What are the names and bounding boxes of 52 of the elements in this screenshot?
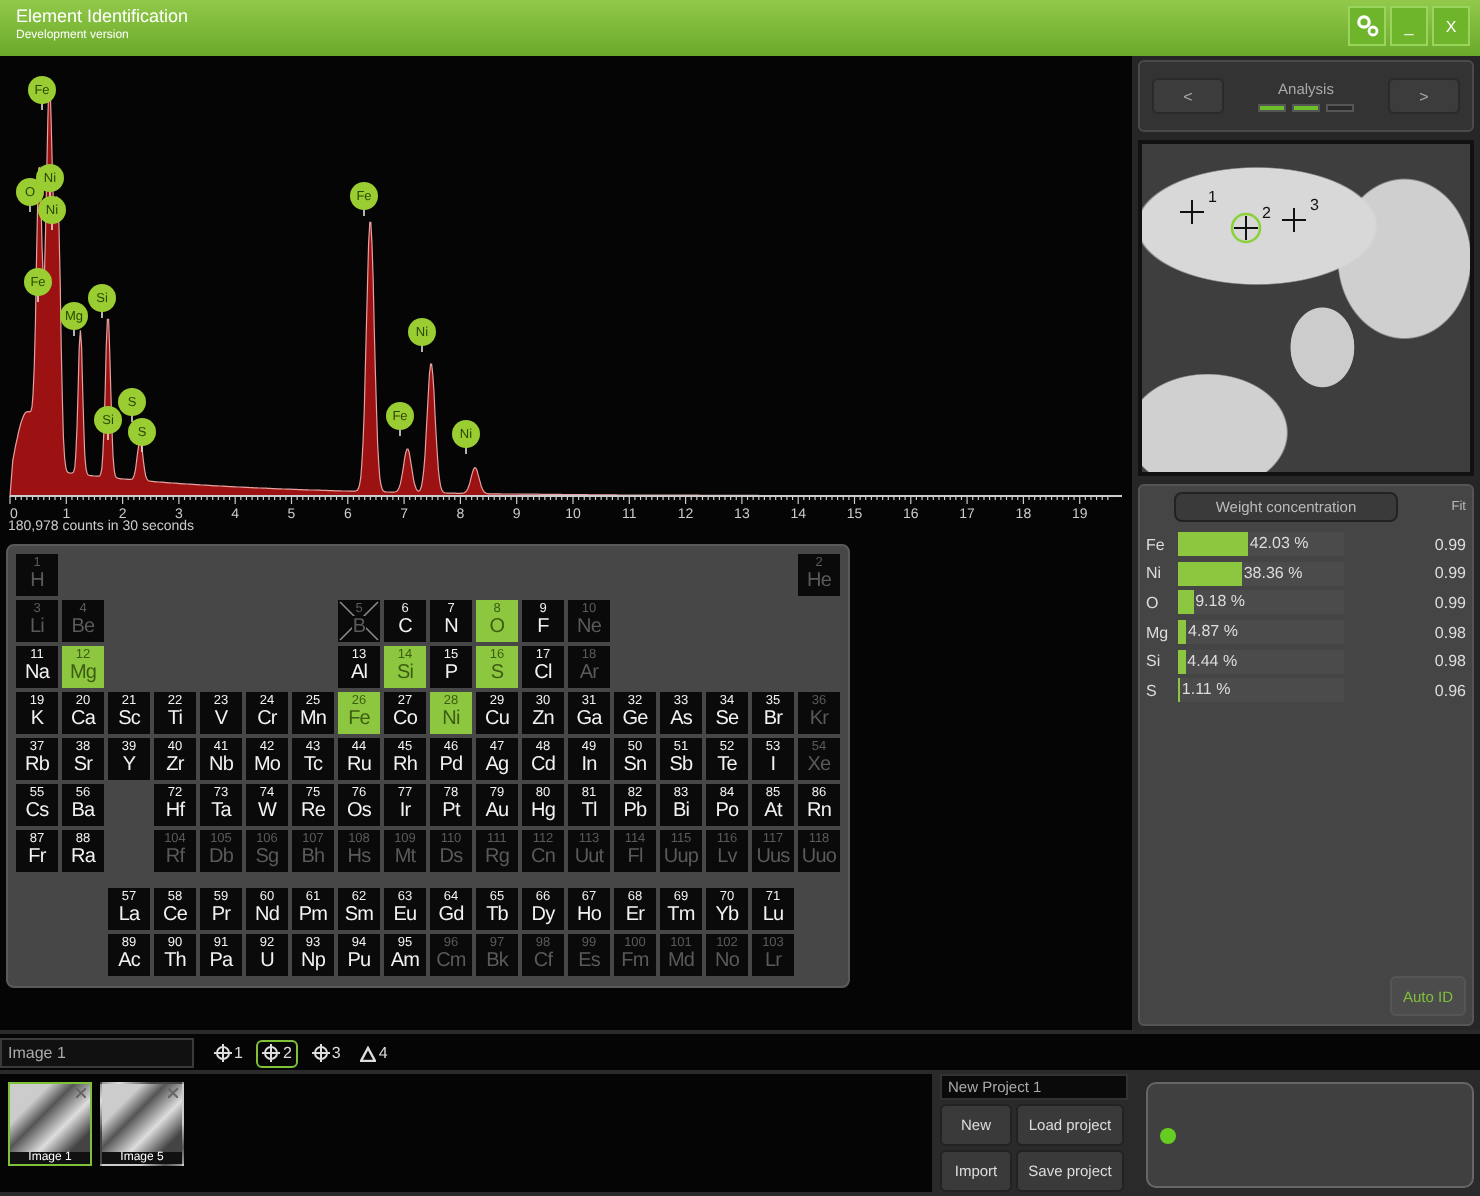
next-button[interactable]: > xyxy=(1388,78,1460,114)
close-icon[interactable] xyxy=(76,1088,86,1098)
fit-value: 0.99 xyxy=(1434,593,1466,612)
crosshair-icon xyxy=(262,1044,281,1062)
selected-crosshair-icon[interactable] xyxy=(1230,212,1262,244)
element-label: S xyxy=(1146,681,1159,700)
marker-number: 2 xyxy=(1262,204,1271,222)
image-name-field[interactable]: Image 1 xyxy=(0,1038,194,1068)
concentration-value: 4.44 % xyxy=(1185,649,1238,674)
crosshair-icon[interactable] xyxy=(1278,204,1310,236)
view-tab[interactable]: 2 xyxy=(256,1039,298,1067)
window-title: Element Identification xyxy=(16,6,189,28)
marker-number: 1 xyxy=(1208,188,1217,206)
peak-pin-line xyxy=(107,431,109,441)
close-icon[interactable] xyxy=(168,1088,178,1098)
triangle-icon xyxy=(360,1045,377,1061)
element-label: O xyxy=(1146,593,1161,612)
peak-pin-line xyxy=(41,101,43,111)
peak-pin-line xyxy=(37,293,39,303)
marker-number: 3 xyxy=(1310,196,1319,214)
element-label: Si xyxy=(1146,652,1163,671)
concentration-value: 38.36 % xyxy=(1241,561,1303,586)
crosshair-icon xyxy=(214,1044,232,1062)
peak-pin-line xyxy=(29,203,31,213)
peak-pin-line xyxy=(399,427,401,437)
crosshair-icon[interactable] xyxy=(1176,196,1208,228)
peak-pin-line xyxy=(141,443,143,453)
fit-value: 0.98 xyxy=(1434,623,1466,642)
element-label: Fe xyxy=(1146,535,1167,554)
element-label: Mg xyxy=(1146,623,1171,642)
peak-pin-line xyxy=(421,343,423,353)
view-tab[interactable]: 4 xyxy=(354,1039,394,1067)
previous-button[interactable]: < xyxy=(1152,78,1224,114)
cross-mark-icon xyxy=(338,600,380,642)
element-label: Ni xyxy=(1146,564,1164,583)
concentration-value: 4.87 % xyxy=(1186,620,1238,645)
gears-icon xyxy=(1355,14,1379,38)
concentration-value: 1.11 % xyxy=(1179,678,1231,703)
peak-pin-line xyxy=(51,221,53,231)
peak-pin-line xyxy=(363,207,365,217)
view-tab[interactable]: 1 xyxy=(208,1039,249,1067)
fit-value: 0.98 xyxy=(1434,652,1466,671)
concentration-value: 42.03 % xyxy=(1247,532,1309,557)
fit-value: 0.96 xyxy=(1434,681,1466,700)
fit-value: 0.99 xyxy=(1434,564,1466,583)
peak-pin-line xyxy=(465,445,467,455)
peak-pin-line xyxy=(101,309,103,319)
peak-pin-line xyxy=(73,327,75,337)
view-tab[interactable]: 3 xyxy=(305,1039,347,1067)
fit-value: 0.99 xyxy=(1434,535,1466,554)
crosshair-icon xyxy=(311,1044,330,1062)
concentration-value: 9.18 % xyxy=(1193,590,1246,615)
